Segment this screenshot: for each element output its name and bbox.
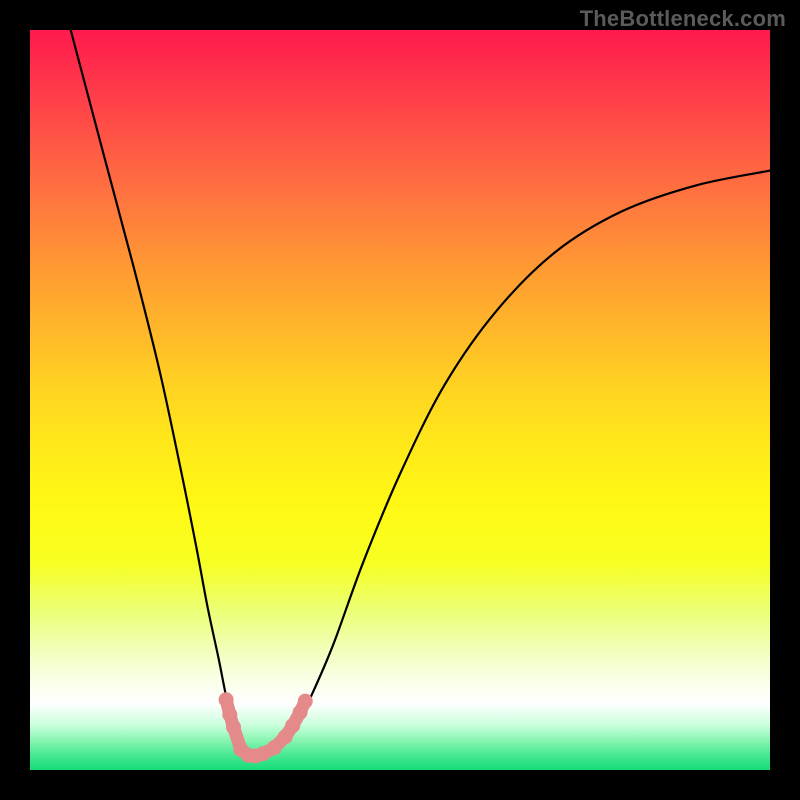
watermark-text: TheBottleneck.com xyxy=(580,6,786,32)
marker-dot xyxy=(226,720,241,735)
marker-group xyxy=(219,692,313,763)
chart-frame: TheBottleneck.com xyxy=(0,0,800,800)
curve-line xyxy=(71,30,770,757)
marker-dot xyxy=(267,740,282,755)
marker-dot xyxy=(219,692,234,707)
marker-dot xyxy=(285,718,300,733)
plot-area xyxy=(30,30,770,770)
curve-svg xyxy=(30,30,770,770)
marker-dot xyxy=(298,694,313,709)
